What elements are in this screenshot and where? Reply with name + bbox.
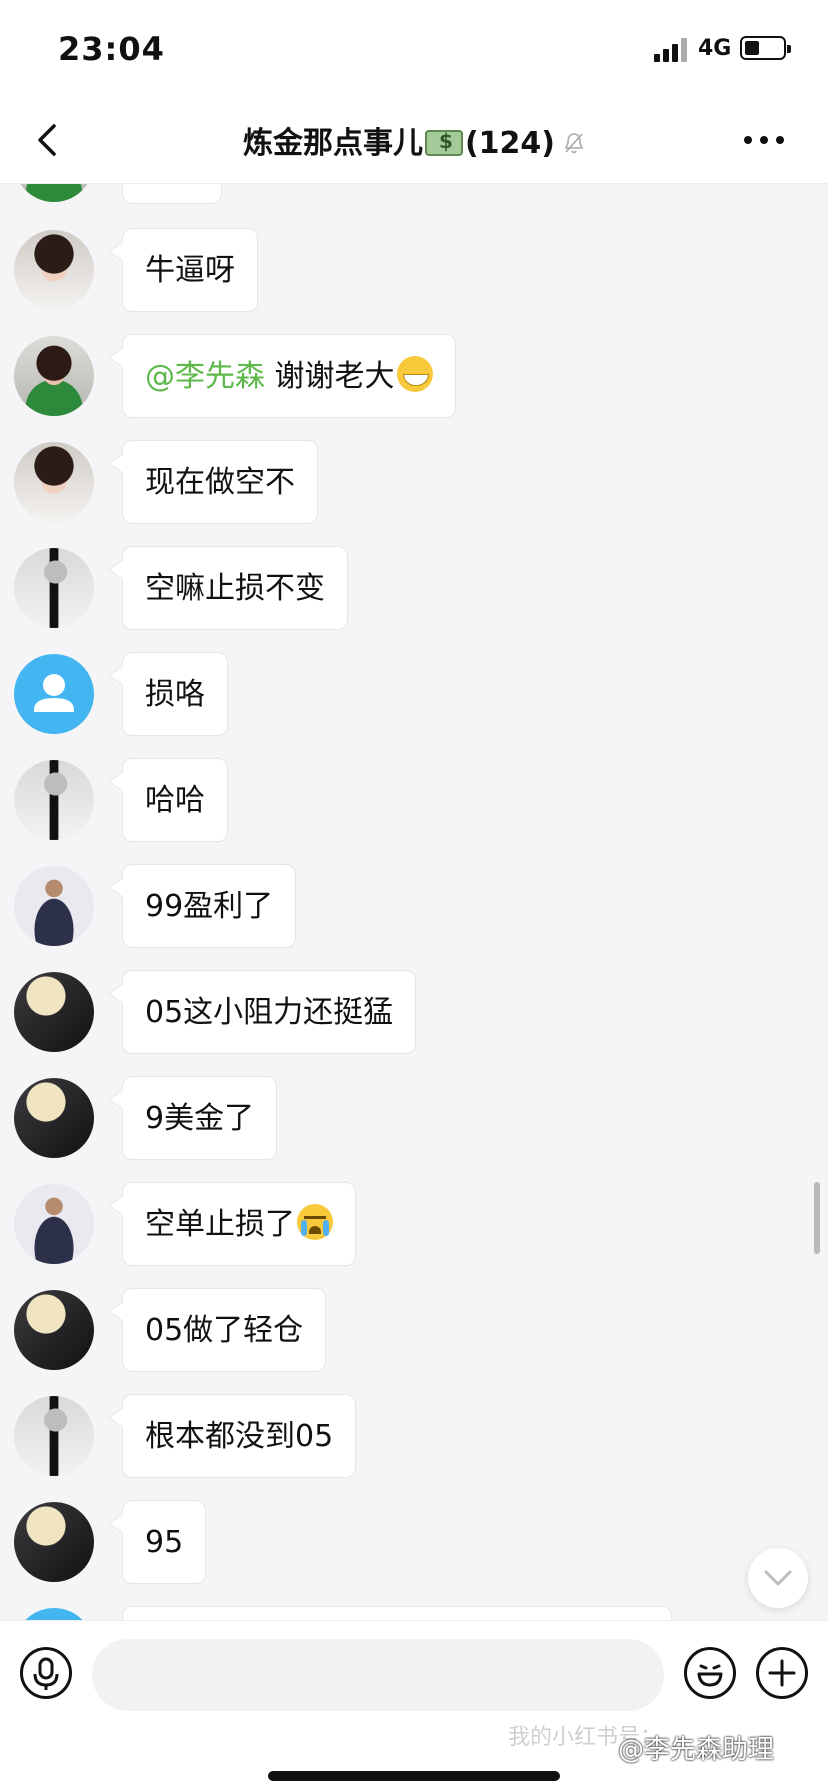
- message-bubble[interactable]: 损咯: [122, 652, 228, 736]
- avatar[interactable]: [14, 1396, 94, 1476]
- microphone-icon: [33, 1657, 59, 1690]
- message-item: 牛逼呀: [0, 228, 828, 314]
- message-item: 现在做空不: [0, 440, 828, 526]
- message-item: [0, 1606, 828, 1620]
- message-item: 05做了轻仓: [0, 1288, 828, 1374]
- nav-bar: 炼金那点事儿 (124): [0, 96, 828, 184]
- muted-bell-icon: [564, 133, 584, 154]
- message-bubble[interactable]: 95: [122, 1500, 207, 1584]
- message-bubble[interactable]: [122, 1606, 672, 1620]
- message-text: 牛逼呀: [145, 253, 235, 288]
- network-type: 4G: [698, 36, 732, 61]
- message-bubble[interactable]: 现在做空不: [122, 440, 318, 524]
- message-bubble[interactable]: [122, 184, 222, 204]
- message-bubble[interactable]: 05做了轻仓: [122, 1288, 327, 1372]
- message-list[interactable]: 牛逼呀 @李先森 谢谢老大 现在做空不 空嘛止损不变 损咯 哈哈 99盈利了 0…: [0, 184, 828, 1620]
- voice-button[interactable]: [20, 1647, 72, 1699]
- message-bubble[interactable]: 根本都没到05: [122, 1394, 357, 1478]
- signal-icon: [654, 38, 688, 62]
- battery-icon: [740, 36, 791, 60]
- message-text: 谢谢老大: [265, 359, 395, 394]
- avatar[interactable]: [14, 230, 94, 310]
- message-item: 损咯: [0, 652, 828, 738]
- avatar[interactable]: [14, 1184, 94, 1264]
- message-item: 根本都没到05: [0, 1394, 828, 1480]
- scrollbar[interactable]: [814, 1182, 820, 1254]
- chevron-down-icon: [764, 1570, 792, 1586]
- message-text: 99盈利了: [145, 889, 274, 924]
- more-options-icon[interactable]: [744, 136, 784, 146]
- avatar[interactable]: [14, 1502, 94, 1582]
- message-text: 05做了轻仓: [145, 1313, 304, 1348]
- avatar[interactable]: [14, 442, 94, 522]
- message-item: 05这小阻力还挺猛: [0, 970, 828, 1056]
- message-bubble[interactable]: 99盈利了: [122, 864, 297, 948]
- avatar[interactable]: [14, 548, 94, 628]
- message-item: 空嘛止损不变: [0, 546, 828, 632]
- chat-title: 炼金那点事儿 (124): [0, 118, 828, 162]
- message-item: 95: [0, 1500, 828, 1586]
- message-bubble[interactable]: 空嘛止损不变: [122, 546, 348, 630]
- more-actions-button[interactable]: [756, 1647, 808, 1699]
- message-text: 哈哈: [145, 783, 205, 818]
- member-count: (124): [464, 126, 556, 161]
- plus-icon: [768, 1659, 796, 1687]
- message-bubble[interactable]: 牛逼呀: [122, 228, 258, 312]
- chat-screen: 23:04 4G 炼金那点事儿(124) 牛: [0, 0, 828, 1792]
- message-bubble[interactable]: 05这小阻力还挺猛: [122, 970, 417, 1054]
- message-item: 空单止损了: [0, 1182, 828, 1268]
- default-user-icon: [34, 674, 74, 712]
- status-time: 23:04: [58, 30, 165, 68]
- home-indicator: [268, 1771, 560, 1781]
- grin-emoji-icon: [396, 356, 433, 392]
- avatar[interactable]: [14, 184, 94, 202]
- message-item: 99盈利了: [0, 864, 828, 950]
- avatar[interactable]: [14, 972, 94, 1052]
- message-text: 根本都没到05: [145, 1419, 334, 1454]
- message-input[interactable]: [92, 1639, 664, 1711]
- message-text: 95: [145, 1525, 184, 1560]
- avatar[interactable]: [14, 760, 94, 840]
- status-bar: 23:04 4G: [0, 0, 828, 96]
- money-emoji-icon: [424, 129, 463, 156]
- mention-link[interactable]: @李先森: [145, 359, 265, 394]
- group-name: 炼金那点事儿: [242, 126, 423, 161]
- message-bubble[interactable]: 哈哈: [122, 758, 228, 842]
- message-item: @李先森 谢谢老大: [0, 334, 828, 420]
- message-text: 现在做空不: [145, 465, 295, 500]
- message-bubble[interactable]: @李先森 谢谢老大: [122, 334, 456, 418]
- avatar[interactable]: [14, 1078, 94, 1158]
- message-item: 9美金了: [0, 1076, 828, 1162]
- message-text: 空嘛止损不变: [145, 571, 325, 606]
- emoji-button[interactable]: [684, 1647, 736, 1699]
- scroll-to-bottom-button[interactable]: [748, 1548, 808, 1608]
- avatar[interactable]: [14, 1608, 94, 1620]
- message-text: 9美金了: [145, 1101, 255, 1136]
- message-text: 损咯: [145, 677, 205, 712]
- message-bubble[interactable]: 空单止损了: [122, 1182, 356, 1266]
- message-bubble[interactable]: 9美金了: [122, 1076, 278, 1160]
- smiley-icon: [697, 1664, 723, 1687]
- avatar[interactable]: [14, 654, 94, 734]
- message-text: 05这小阻力还挺猛: [145, 995, 394, 1030]
- crying-emoji-icon: [297, 1204, 333, 1240]
- avatar[interactable]: [14, 866, 94, 946]
- input-bar: 我的小红书号： @李先森助理: [0, 1620, 828, 1792]
- avatar[interactable]: [14, 1290, 94, 1370]
- message-item: 哈哈: [0, 758, 828, 844]
- message-item: [0, 184, 828, 206]
- avatar[interactable]: [14, 336, 94, 416]
- message-text: 空单止损了: [145, 1207, 295, 1242]
- watermark: @李先森助理: [618, 1735, 775, 1765]
